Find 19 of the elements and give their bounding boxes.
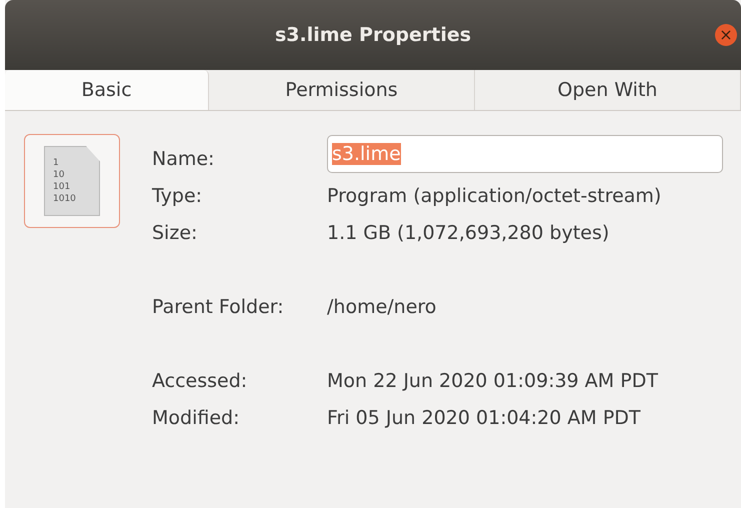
icon-digits: 10 xyxy=(53,169,66,181)
icon-digits: 1 xyxy=(53,157,60,169)
close-button[interactable]: × xyxy=(715,24,737,46)
window-title: s3.lime Properties xyxy=(274,24,472,46)
icon-digits: 101 xyxy=(53,181,72,193)
property-label: Name: xyxy=(152,148,216,170)
property-value: 1.1 GB (1,072,693,280 bytes) xyxy=(327,222,610,244)
property-label: Type: xyxy=(152,184,204,206)
property-value: Program (application/octet-stream) xyxy=(327,184,662,206)
property-label: Parent Folder: xyxy=(152,296,285,318)
property-value: Fri 05 Jun 2020 01:04:20 AM PDT xyxy=(327,406,642,428)
property-label: Accessed: xyxy=(152,370,248,392)
property-value: Mon 22 Jun 2020 01:09:39 AM PDT xyxy=(327,370,659,392)
property-label: Modified: xyxy=(152,406,240,428)
icon-digits: 1010 xyxy=(53,193,77,205)
property-label: Size: xyxy=(152,222,198,244)
tab[interactable]: Basic xyxy=(5,70,209,110)
field-value: s3.lime xyxy=(332,142,401,164)
property-value: /home/nero xyxy=(327,296,438,318)
